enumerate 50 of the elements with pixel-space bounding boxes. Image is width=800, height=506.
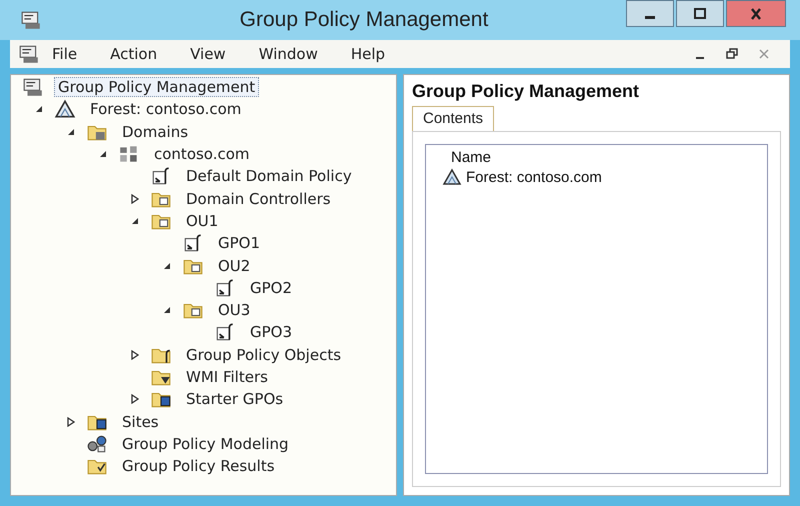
menu-item[interactable]: Window (258, 45, 318, 63)
expanded-arrow-icon[interactable] (35, 105, 43, 114)
tree-item[interactable]: OU2 (214, 256, 254, 276)
console-icon (18, 44, 40, 64)
tree-item[interactable]: Starter GPOs (182, 389, 288, 410)
expanded-arrow-icon[interactable] (67, 128, 75, 136)
menu-item[interactable]: Action (110, 45, 158, 63)
console-icon (22, 77, 44, 98)
tree-item[interactable]: Forest: contoso.com (86, 99, 246, 120)
tree-item[interactable]: OU1 (182, 210, 222, 231)
expanded-arrow-icon[interactable] (131, 216, 139, 225)
collapsed-arrow-icon[interactable] (131, 350, 139, 360)
collapsed-arrow-icon[interactable] (67, 416, 75, 427)
tree-item[interactable]: WMI Filters (182, 367, 272, 387)
menu-item[interactable]: View (190, 45, 226, 63)
tree-item[interactable]: GPO3 (246, 322, 296, 342)
expanded-arrow-icon[interactable] (99, 150, 107, 158)
collapsed-arrow-icon[interactable] (131, 394, 139, 404)
menu-item[interactable]: Help (350, 45, 386, 63)
tree-item[interactable]: Sites (118, 412, 163, 432)
panel-title: Group Policy Management (412, 81, 640, 102)
tree-item[interactable]: Group Policy Modeling (118, 434, 293, 454)
column-header[interactable]: Name (451, 149, 492, 166)
expanded-arrow-icon[interactable] (163, 306, 171, 314)
tree-item[interactable]: OU3 (214, 300, 254, 320)
tree-item[interactable]: Group Policy Objects (182, 344, 346, 365)
close-button[interactable] (726, 0, 786, 27)
list-item[interactable]: Forest: contoso.com (466, 168, 602, 186)
triangle-icon (54, 99, 76, 120)
tree-item[interactable]: Domains (118, 122, 192, 142)
tab[interactable]: Contents (412, 106, 494, 131)
menu-item[interactable]: File (52, 45, 78, 63)
tree-item[interactable]: GPO2 (246, 278, 296, 298)
close-icon[interactable] (758, 48, 770, 60)
maximize-button[interactable] (676, 0, 724, 27)
minimize-icon (645, 16, 655, 19)
tree-item[interactable]: contoso.com (150, 144, 254, 164)
gears-icon (86, 434, 108, 454)
tree-item[interactable]: Group Policy Management (54, 77, 260, 98)
console-icon (20, 10, 42, 30)
triangle-icon (442, 168, 462, 186)
expanded-arrow-icon[interactable] (163, 262, 171, 270)
collapsed-arrow-icon[interactable] (131, 194, 139, 204)
window-title: Group Policy Management (238, 8, 490, 32)
tree-item[interactable]: GPO1 (214, 233, 264, 254)
minimize-button[interactable] (626, 0, 674, 27)
tree-item[interactable]: Default Domain Policy (182, 166, 356, 186)
restore-icon[interactable] (726, 48, 738, 60)
tree-item[interactable]: Group Policy Results (118, 456, 279, 476)
tree-item[interactable]: Domain Controllers (182, 188, 335, 209)
